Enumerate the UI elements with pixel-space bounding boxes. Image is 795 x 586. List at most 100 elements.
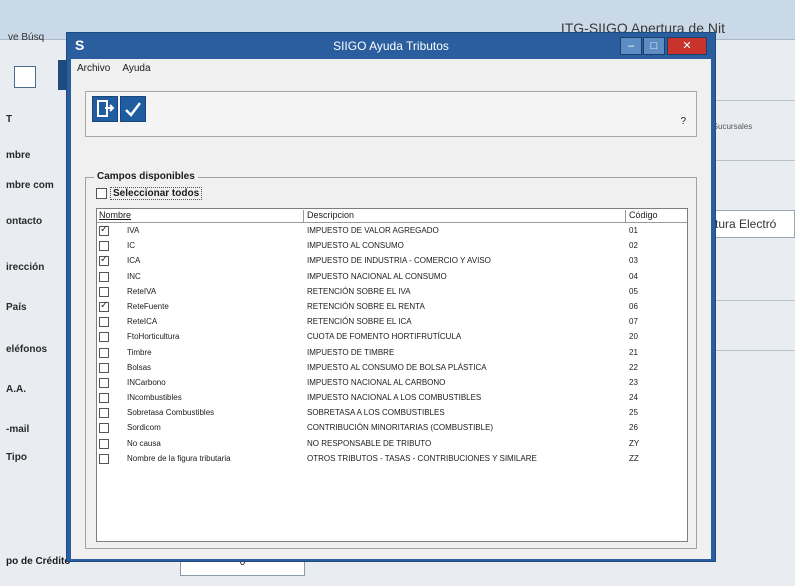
row-checkbox[interactable] xyxy=(99,393,109,404)
maximize-button[interactable]: □ xyxy=(643,37,665,55)
taxes-list[interactable]: Nombre Descripcion Código IVA IMPUESTO DE… xyxy=(96,208,688,542)
credit-type-label: po de Crédito xyxy=(6,556,71,567)
row-checkbox[interactable] xyxy=(99,362,109,373)
exit-icon-graphic xyxy=(97,100,115,117)
background-divider xyxy=(716,100,795,101)
background-exit-icon[interactable] xyxy=(14,66,36,88)
list-item[interactable]: ReteIVA RETENCIÓN SOBRE EL IVA 05 xyxy=(97,285,687,300)
row-checkbox[interactable] xyxy=(99,254,109,267)
column-header-codigo[interactable]: Código xyxy=(625,210,685,222)
row-checkbox[interactable] xyxy=(99,271,109,282)
group-title: Campos disponibles xyxy=(94,171,198,182)
tax-description: IMPUESTO AL CONSUMO DE BOLSA PLÁSTICA xyxy=(307,362,487,372)
list-item[interactable]: INC IMPUESTO NACIONAL AL CONSUMO 04 xyxy=(97,270,687,285)
background-label: mbre com xyxy=(6,180,54,191)
tax-name: ICA xyxy=(127,256,141,266)
tax-name: ReteIVA xyxy=(127,286,157,296)
list-item[interactable]: Sordicom CONTRIBUCIÓN MINORITARIAS (COMBU… xyxy=(97,421,687,436)
menu-archivo[interactable]: Archivo xyxy=(71,59,116,74)
column-header-nombre[interactable]: Nombre xyxy=(99,210,299,222)
select-all-box[interactable] xyxy=(96,188,107,199)
tax-code: 07 xyxy=(629,317,638,327)
list-item[interactable]: Nombre de la figura tributaria OTROS TRIB… xyxy=(97,452,687,467)
background-label: T xyxy=(6,114,13,125)
tax-description: CONTRIBUCIÓN MINORITARIAS (COMBUSTIBLE) xyxy=(307,423,494,433)
row-checkbox[interactable] xyxy=(99,423,109,434)
tax-description: RETENCIÓN SOBRE EL IVA xyxy=(307,286,411,296)
tax-name: Nombre de la figura tributaria xyxy=(127,453,231,463)
list-item[interactable]: IVA IMPUESTO DE VALOR AGREGADO 01 xyxy=(97,224,687,239)
tax-name: ReteFuente xyxy=(127,301,169,311)
row-checkbox[interactable] xyxy=(99,453,109,464)
background-label: País xyxy=(6,302,27,313)
menu-ayuda[interactable]: Ayuda xyxy=(116,59,156,74)
tax-description: RETENCIÓN SOBRE EL ICA xyxy=(307,317,412,327)
tax-code: 01 xyxy=(629,226,638,235)
list-item[interactable]: ReteFuente RETENCIÓN SOBRE EL RENTA 06 xyxy=(97,300,687,315)
tax-name: Sobretasa Combustibles xyxy=(127,408,215,418)
background-divider xyxy=(716,160,795,161)
list-item[interactable]: Bolsas IMPUESTO AL CONSUMO DE BOLSA PLÁST… xyxy=(97,361,687,376)
row-checkbox[interactable] xyxy=(99,317,109,328)
list-item[interactable]: ICA IMPUESTO DE INDUSTRIA - COMERCIO Y AV… xyxy=(97,254,687,269)
row-checkbox[interactable] xyxy=(99,224,109,236)
close-button[interactable]: ✕ xyxy=(667,37,707,55)
tax-name: Bolsas xyxy=(127,362,152,372)
tax-name: INcombustibles xyxy=(127,393,182,403)
list-item[interactable]: Timbre IMPUESTO DE TIMBRE 21 xyxy=(97,346,687,361)
list-item[interactable]: ReteICA RETENCIÓN SOBRE EL ICA 07 xyxy=(97,315,687,330)
row-checkbox[interactable] xyxy=(99,286,109,297)
list-item[interactable]: IC IMPUESTO AL CONSUMO 02 xyxy=(97,239,687,254)
tax-code: 24 xyxy=(629,393,638,403)
tax-description: IMPUESTO DE INDUSTRIA - COMERCIO Y AVISO xyxy=(307,256,491,266)
tax-description: IMPUESTO DE TIMBRE xyxy=(307,347,395,357)
tax-description: OTROS TRIBUTOS - TASAS - CONTRIBUCIONES … xyxy=(307,453,537,463)
help-icon[interactable]: ? xyxy=(680,116,686,127)
exit-icon[interactable] xyxy=(92,96,118,122)
taxes-help-dialog: S SIIGO Ayuda Tributos – □ ✕ Archivo Ayud… xyxy=(66,32,716,562)
row-checkbox[interactable] xyxy=(99,332,109,343)
dialog-client-area: Archivo Ayuda ? Campos disponibles Selecc… xyxy=(71,59,711,559)
tax-description: CUOTA DE FOMENTO HORTIFRUTÍCULA xyxy=(307,332,462,342)
tax-name: IVA xyxy=(127,226,140,235)
dialog-title: SIIGO Ayuda Tributos xyxy=(333,39,449,53)
row-checkbox[interactable] xyxy=(99,408,109,419)
tax-description: RETENCIÓN SOBRE EL RENTA xyxy=(307,301,425,311)
tax-name: ReteICA xyxy=(127,317,158,327)
list-item[interactable]: INcombustibles IMPUESTO NACIONAL A LOS CO… xyxy=(97,391,687,406)
tax-name: Timbre xyxy=(127,347,152,357)
tax-code: 06 xyxy=(629,301,638,311)
background-menu[interactable]: ve Búsq xyxy=(8,32,44,43)
check-icon[interactable] xyxy=(120,96,146,122)
dialog-titlebar[interactable]: S SIIGO Ayuda Tributos – □ ✕ xyxy=(67,33,715,59)
background-label: irección xyxy=(6,262,45,273)
list-item[interactable]: Sobretasa Combustibles SOBRETASA A LOS CO… xyxy=(97,406,687,421)
row-checkbox[interactable] xyxy=(99,241,109,252)
tax-name: INC xyxy=(127,271,141,281)
tax-code: 05 xyxy=(629,286,638,296)
list-header: Nombre Descripcion Código xyxy=(97,209,687,223)
list-rows: IVA IMPUESTO DE VALOR AGREGADO 01 IC IMPUEST… xyxy=(97,224,687,467)
tax-code: 02 xyxy=(629,241,638,251)
tax-code: 26 xyxy=(629,423,638,433)
background-label: -mail xyxy=(6,424,30,435)
row-checkbox[interactable] xyxy=(99,377,109,388)
background-label: ontacto xyxy=(6,216,43,227)
column-header-descripcion[interactable]: Descripcion xyxy=(303,210,623,222)
list-item[interactable]: FtoHorticultura CUOTA DE FOMENTO HORTIFRU… xyxy=(97,330,687,345)
minimize-button[interactable]: – xyxy=(620,37,642,55)
list-item[interactable]: No causa NO RESPONSABLE DE TRIBUTO ZY xyxy=(97,437,687,452)
background-right-field[interactable]: ctura Electró xyxy=(704,210,795,238)
row-checkbox[interactable] xyxy=(99,347,109,358)
tax-name: No causa xyxy=(127,438,161,448)
select-all-checkbox[interactable]: Seleccionar todos xyxy=(96,187,203,202)
row-checkbox[interactable] xyxy=(99,438,109,449)
tax-code: ZY xyxy=(629,438,640,448)
tax-code: 20 xyxy=(629,332,638,342)
select-all-label: Seleccionar todos xyxy=(110,187,203,201)
tax-description: IMPUESTO NACIONAL AL CARBONO xyxy=(307,377,446,387)
row-checkbox[interactable] xyxy=(99,300,109,312)
list-item[interactable]: INCarbono IMPUESTO NACIONAL AL CARBONO 23 xyxy=(97,376,687,391)
tax-code: 03 xyxy=(629,256,638,266)
background-divider xyxy=(716,300,795,301)
